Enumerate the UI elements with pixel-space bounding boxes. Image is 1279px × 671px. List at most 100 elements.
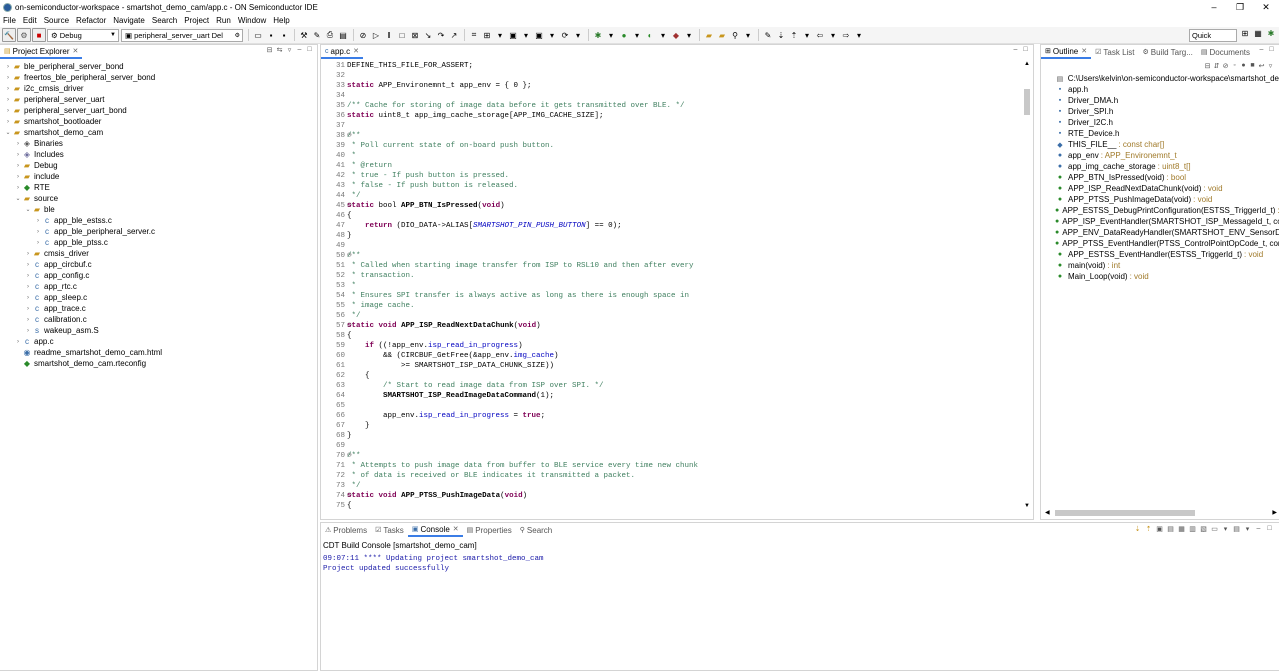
tree-item[interactable]: ◆ smartshot_demo_cam.rteconfig bbox=[0, 358, 317, 369]
maximize-view-icon[interactable]: □ bbox=[1021, 46, 1030, 53]
tab-task-list[interactable]: ☑ Task List bbox=[1091, 45, 1138, 59]
chevron-right-icon[interactable]: › bbox=[14, 141, 22, 147]
outline-item[interactable]: ◆ THIS_FILE__: const char[] bbox=[1041, 139, 1279, 150]
new-icon[interactable]: ▭ bbox=[252, 29, 264, 41]
tab-app-c[interactable]: c app.c ✕ bbox=[321, 45, 363, 59]
stop-icon[interactable]: ■ bbox=[32, 28, 46, 42]
new-header-icon[interactable]: ▾ bbox=[546, 29, 558, 41]
chevron-right-icon[interactable]: › bbox=[4, 86, 12, 92]
menu-run[interactable]: Run bbox=[216, 16, 231, 25]
close-icon[interactable]: ✕ bbox=[453, 525, 459, 533]
code-line[interactable]: 39 * Poll current state of on-board push… bbox=[321, 141, 1021, 151]
code-line[interactable]: 58{ bbox=[321, 331, 1021, 341]
chevron-right-icon[interactable]: › bbox=[4, 97, 12, 103]
tree-item[interactable]: › ▰ freertos_ble_peripheral_server_bond bbox=[0, 72, 317, 83]
tree-item[interactable]: ⌄ ▰ smartshot_demo_cam bbox=[0, 127, 317, 138]
pin-console-icon[interactable]: ▧ bbox=[1198, 525, 1209, 533]
tree-item[interactable]: › c app_sleep.c bbox=[0, 292, 317, 303]
minimize-view-icon[interactable]: – bbox=[295, 46, 304, 54]
link-editor-icon[interactable]: ■ bbox=[1248, 62, 1257, 70]
code-line[interactable]: 66 app_env.isp_read_in_progress = true; bbox=[321, 411, 1021, 421]
clear-console-icon[interactable]: ▤ bbox=[1165, 525, 1176, 533]
outline-item[interactable]: ● APP_ISP_ReadNextDataChunk(void): void bbox=[1041, 183, 1279, 194]
dropdown-icon[interactable]: ▾ bbox=[683, 29, 695, 41]
terminal-icon[interactable]: ▤ bbox=[337, 29, 349, 41]
outline-item[interactable]: ● APP_ESTSS_DebugPrintConfiguration(ESTSS… bbox=[1041, 205, 1279, 216]
code-line[interactable]: 40 * bbox=[321, 151, 1021, 161]
tree-item[interactable]: › c app_circbuf.c bbox=[0, 259, 317, 270]
close-icon[interactable]: ✕ bbox=[73, 47, 79, 55]
hide-non-public-icon[interactable]: ◦ bbox=[1230, 62, 1239, 70]
code-line[interactable]: 68} bbox=[321, 431, 1021, 441]
chevron-right-icon[interactable]: › bbox=[14, 339, 22, 345]
code-line[interactable]: 45 ⊖static bool APP_BTN_IsPressed(void) bbox=[321, 201, 1021, 211]
tab-problems[interactable]: ⚠ Problems bbox=[321, 523, 371, 537]
chevron-right-icon[interactable]: › bbox=[24, 284, 32, 290]
code-line[interactable]: 55 * image cache. bbox=[321, 301, 1021, 311]
search-icon[interactable]: ⚲ bbox=[729, 29, 741, 41]
code-line[interactable]: 62 { bbox=[321, 371, 1021, 381]
clean-icon[interactable]: ✎ bbox=[311, 29, 323, 41]
restore-button[interactable]: ❐ bbox=[1227, 0, 1253, 14]
code-line[interactable]: 47 return (DIO_DATA->ALIAS[SMARTSHOT_PIN… bbox=[321, 221, 1021, 231]
open-type-icon[interactable]: ⌗ bbox=[468, 29, 480, 41]
open-console-icon[interactable]: ▤ bbox=[1231, 525, 1242, 533]
code-line[interactable]: 59 if ((!app_env.isp_read_in_progress) bbox=[321, 341, 1021, 351]
step-return-icon[interactable]: ↗ bbox=[448, 29, 460, 41]
chevron-right-icon[interactable]: › bbox=[14, 185, 22, 191]
open-element-icon[interactable]: ⊞ bbox=[481, 29, 493, 41]
tree-item[interactable]: › ▰ cmsis_driver bbox=[0, 248, 317, 259]
step-over-icon[interactable]: ↷ bbox=[435, 29, 447, 41]
next-annotation-icon[interactable]: ⇣ bbox=[775, 29, 787, 41]
tree-item[interactable]: ⌄ ▰ source bbox=[0, 193, 317, 204]
copy-icon[interactable]: ▣ bbox=[1154, 525, 1165, 533]
minimize-view-icon[interactable]: – bbox=[1253, 525, 1264, 533]
next-error-icon[interactable]: ⇣ bbox=[1132, 525, 1143, 533]
outline-item[interactable]: ● Main_Loop(void): void bbox=[1041, 271, 1279, 282]
menu-help[interactable]: Help bbox=[273, 16, 289, 25]
new-folder-icon[interactable]: ▣ bbox=[507, 29, 519, 41]
code-line[interactable]: 60 && (CIRCBUF_GetFree(&app_env.img_cach… bbox=[321, 351, 1021, 361]
tab-properties[interactable]: ▤ Properties bbox=[463, 523, 516, 537]
code-line[interactable]: 53 * bbox=[321, 281, 1021, 291]
launch-config-select[interactable]: ▣ peripheral_server_uart Del ⚙ bbox=[121, 28, 243, 42]
step-into-icon[interactable]: ↘ bbox=[422, 29, 434, 41]
code-line[interactable]: 49 bbox=[321, 241, 1021, 251]
terminate-icon[interactable]: □ bbox=[396, 29, 408, 41]
maximize-view-icon[interactable]: □ bbox=[305, 46, 314, 54]
chevron-right-icon[interactable]: › bbox=[4, 119, 12, 125]
code-line[interactable]: 31 DEFINE_THIS_FILE_FOR_ASSERT; bbox=[321, 61, 1021, 71]
dropdown-icon[interactable]: ▾ bbox=[1242, 525, 1253, 533]
code-line[interactable]: 34 bbox=[321, 91, 1021, 101]
code-line[interactable]: 52 * transaction. bbox=[321, 271, 1021, 281]
code-line[interactable]: 64 SMARTSHOT_ISP_ReadImageDataCommand(1)… bbox=[321, 391, 1021, 401]
chevron-down-icon[interactable]: ⌄ bbox=[14, 195, 22, 202]
close-window-button[interactable]: ✕ bbox=[1253, 0, 1279, 14]
tree-item[interactable]: › ▰ ble_peripheral_server_bond bbox=[0, 61, 317, 72]
dropdown-icon[interactable]: ▾ bbox=[1220, 525, 1231, 533]
code-line[interactable]: 50 ⊖/** bbox=[321, 251, 1021, 261]
open-project-icon[interactable]: ▰ bbox=[716, 29, 728, 41]
chevron-right-icon[interactable]: › bbox=[14, 152, 22, 158]
chevron-right-icon[interactable]: › bbox=[4, 75, 12, 81]
tab-tasks[interactable]: ☑ Tasks bbox=[371, 523, 408, 537]
outline-item[interactable]: ▪ Driver_I2C.h bbox=[1041, 117, 1279, 128]
code-line[interactable]: 65 bbox=[321, 401, 1021, 411]
code-line[interactable]: 43 * false - If push button is released. bbox=[321, 181, 1021, 191]
code-line[interactable]: 69 bbox=[321, 441, 1021, 451]
open-folder-icon[interactable]: ▰ bbox=[703, 29, 715, 41]
menu-file[interactable]: File bbox=[3, 16, 16, 25]
console-output[interactable]: 09:07:11 **** Updating project smartshot… bbox=[323, 554, 544, 574]
outline-item[interactable]: ● APP_BTN_IsPressed(void): bool bbox=[1041, 172, 1279, 183]
minimize-view-icon[interactable]: – bbox=[1011, 46, 1020, 53]
outline-item[interactable]: ● app_img_cache_storage: uint8_t[] bbox=[1041, 161, 1279, 172]
tree-item[interactable]: › ▰ peripheral_server_uart_bond bbox=[0, 105, 317, 116]
outline-item[interactable]: ▪ app.h bbox=[1041, 84, 1279, 95]
scroll-lock-icon[interactable]: ▦ bbox=[1176, 525, 1187, 533]
disconnect-icon[interactable]: ⊠ bbox=[409, 29, 421, 41]
code-line[interactable]: 48} bbox=[321, 231, 1021, 241]
tab-console[interactable]: ▣ Console ✕ bbox=[407, 523, 463, 537]
code-line[interactable]: 44 */ bbox=[321, 191, 1021, 201]
chevron-right-icon[interactable]: › bbox=[24, 295, 32, 301]
open-perspective-icon[interactable]: ⊞ bbox=[1239, 29, 1251, 41]
